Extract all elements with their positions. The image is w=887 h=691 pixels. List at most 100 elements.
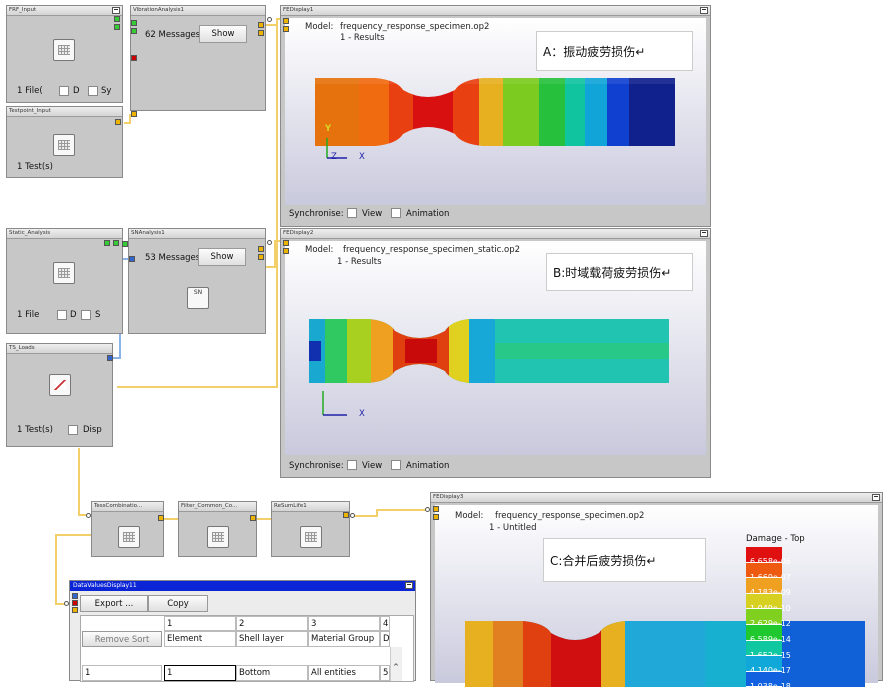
copy-button[interactable]: Copy [148,595,208,612]
wire [117,386,278,388]
checkbox-sy[interactable] [88,86,98,96]
table-cell-material-group[interactable]: All entities [308,665,380,681]
show-button[interactable]: Show [199,25,247,43]
combination-icon [118,526,140,548]
synchronise-label: Synchronise: [289,209,344,219]
fe-display-2-window[interactable]: FEDisplay2 Model: frequency_response_spe… [280,228,711,478]
input-port[interactable] [433,514,439,520]
input-port[interactable] [129,256,135,262]
export-button[interactable]: Export ... [80,595,148,612]
ts-loads-node[interactable]: TS_Loads 1 Test(s) Disp [6,343,113,447]
legend-title: Damage - Top [746,534,805,544]
node-title: Testpoint_Input [7,107,122,117]
specimen-damage-contour [315,78,675,146]
minimize-button[interactable] [872,494,880,501]
input-port[interactable] [72,593,78,599]
input-port[interactable] [122,241,128,247]
time-series-icon [49,374,71,396]
output-port[interactable] [258,22,264,28]
input-port[interactable] [283,18,289,24]
minimize-button[interactable] [112,7,120,14]
checkbox-d[interactable] [57,310,67,320]
resum-life-node[interactable]: ReSumLife1 [271,501,350,557]
node-title: VibrationAnalysis1 [131,6,265,16]
scroll-up-icon[interactable]: ^ [393,663,399,671]
output-port[interactable] [104,240,110,246]
window-title: FEDisplay3 [431,493,882,503]
message-count: 62 Messages [145,30,201,40]
sync-animation-label: Animation [406,461,450,471]
model-label: Model: [305,22,334,32]
output-port[interactable] [158,515,164,521]
frf-input-node[interactable]: FRF_Input 1 File( D Sy [6,5,123,103]
sync-animation-checkbox[interactable] [391,208,401,218]
input-port[interactable] [283,248,289,254]
file-input-icon [53,39,75,61]
remove-sort-button[interactable]: Remove Sort [82,631,162,647]
output-port[interactable] [114,16,120,22]
output-port[interactable] [343,512,349,518]
sync-animation-checkbox[interactable] [391,460,401,470]
input-port[interactable] [72,607,78,613]
checkbox-d[interactable] [59,86,69,96]
testpoint-input-node[interactable]: Testpoint_Input 1 Test(s) [6,106,123,178]
output-port[interactable] [114,24,120,30]
resum-icon [300,526,322,548]
fe-display-1-window[interactable]: FEDisplay1 Model: frequency_response_spe… [280,5,711,227]
fe-display-3-window[interactable]: FEDisplay3 Model: frequency_response_spe… [430,492,883,691]
checkbox-s[interactable] [81,310,91,320]
filter-common-node[interactable]: Filter_Common_Co... [178,501,257,557]
output-port[interactable] [113,240,119,246]
wire [55,534,57,604]
window-title: DataValuesDisplay11 [70,581,415,591]
minimize-button[interactable] [700,230,708,237]
axis-triad [326,138,347,159]
input-port[interactable] [131,20,137,26]
column-header-d[interactable]: D [380,631,390,647]
minimize-button[interactable] [700,7,708,14]
sync-view-checkbox[interactable] [347,208,357,218]
column-header-element[interactable]: Element [164,631,236,647]
sync-view-checkbox[interactable] [347,460,357,470]
model-file: frequency_response_specimen_static.op2 [343,245,521,255]
checkbox-label: Sy [101,86,112,96]
data-values-window[interactable]: DataValuesDisplay11 Export ... Copy 1 2 … [69,580,416,682]
column-header-material-group[interactable]: Material Group [308,631,380,647]
model-file: frequency_response_specimen.op2 [340,22,490,32]
column-header-shell-layer[interactable]: Shell layer [236,631,308,647]
output-port[interactable] [250,515,256,521]
input-port[interactable] [283,26,289,32]
minimize-button[interactable] [405,582,413,589]
output-port[interactable] [258,30,264,36]
input-port[interactable] [131,111,137,117]
checkbox-disp[interactable] [68,425,78,435]
output-port[interactable] [107,355,113,361]
output-port[interactable] [258,254,264,260]
test-count: 1 Test(s) [17,425,53,435]
sn-analysis-node[interactable]: SNAnalysis1 53 Messages Show SN [128,228,266,334]
window-title: FEDisplay1 [281,6,710,16]
fe-viewport[interactable]: Model: frequency_response_specimen.op2 1… [435,505,878,691]
tess-combination-node[interactable]: TessCombinatio... [91,501,164,557]
input-port[interactable] [72,600,78,606]
table-cell-d[interactable]: 5 [380,665,390,681]
vertical-scrollbar[interactable]: ^ [390,647,402,681]
table-cell-element[interactable]: 1 [164,665,236,681]
model-file: frequency_response_specimen.op2 [495,511,645,521]
row-index: 1 [82,665,162,681]
input-port[interactable] [283,240,289,246]
wire [257,518,271,520]
show-button[interactable]: Show [198,248,246,266]
vibration-analysis-node[interactable]: VibrationAnalysis1 62 Messages Show [130,5,266,111]
connector-dot [86,513,91,518]
input-port[interactable] [131,28,137,34]
output-port[interactable] [258,246,264,252]
checkbox-label: Disp [83,425,102,435]
column-number: 2 [236,616,308,631]
input-port[interactable] [131,55,137,61]
table-cell-shell-layer[interactable]: Bottom [236,665,308,681]
axis-z-label: Z [331,152,337,162]
input-port[interactable] [433,506,439,512]
output-port[interactable] [115,119,121,125]
checkbox-label: D [73,86,80,96]
